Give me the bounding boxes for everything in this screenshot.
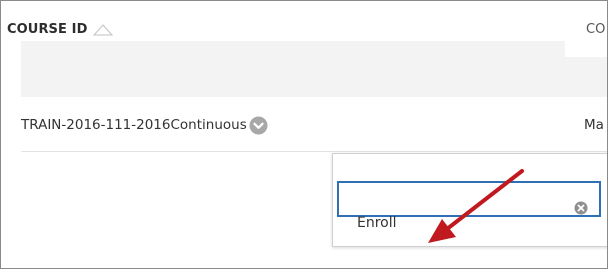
clear-circle-x-icon[interactable] bbox=[574, 201, 588, 215]
page-frame: COURSE ID CO TRAIN-2016-111-2016Continuo… bbox=[0, 0, 608, 269]
column-header-course-id-label: COURSE ID bbox=[7, 21, 88, 37]
sort-up-triangle-icon[interactable] bbox=[93, 24, 114, 36]
menu-item-enroll[interactable]: Enroll bbox=[357, 211, 397, 235]
row-course-id-text: TRAIN-2016-111-2016Continuous bbox=[21, 117, 247, 133]
chevron-down-icon[interactable] bbox=[249, 116, 268, 135]
column-header-course-id[interactable]: COURSE ID bbox=[7, 1, 114, 57]
row-course-id-cell: TRAIN-2016-111-2016Continuous bbox=[21, 103, 268, 147]
row-col2-text: Ma bbox=[584, 117, 604, 133]
column-header-2-label[interactable]: CO bbox=[586, 1, 605, 57]
